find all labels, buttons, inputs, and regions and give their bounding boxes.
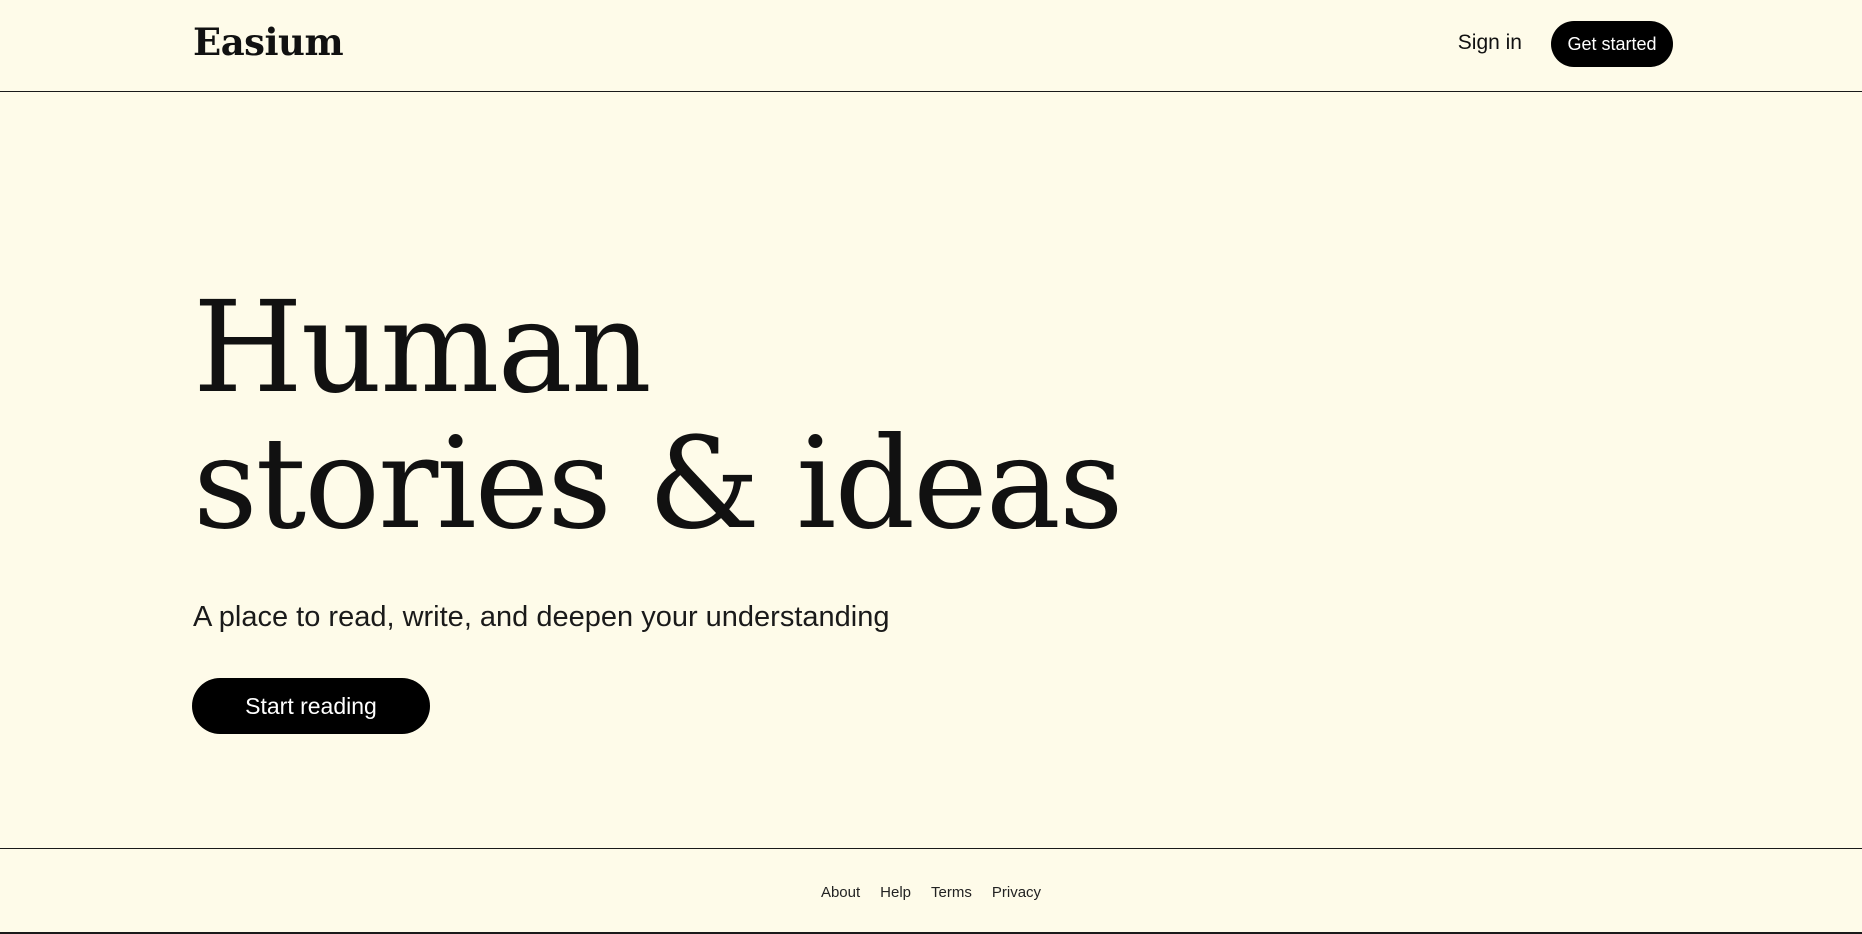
footer-link-help[interactable]: Help (880, 884, 911, 901)
footer-link-terms[interactable]: Terms (931, 884, 972, 901)
footer-link-privacy[interactable]: Privacy (992, 884, 1041, 901)
hero-title-line-1: Human (193, 274, 652, 421)
start-reading-button[interactable]: Start reading (192, 678, 430, 734)
hero-title-line-2: stories & ideas (193, 410, 1123, 557)
footer-link-about[interactable]: About (821, 884, 860, 901)
footer-links: About Help Terms Privacy (0, 884, 1862, 901)
footer: About Help Terms Privacy (0, 848, 1862, 934)
get-started-button[interactable]: Get started (1551, 21, 1673, 67)
hero-subtitle: A place to read, write, and deepen your … (193, 601, 890, 633)
top-navbar: Easium Sign in Get started (0, 0, 1862, 92)
hero-title: Human stories & ideas (193, 274, 1123, 557)
site-logo[interactable]: Easium (193, 20, 344, 64)
sign-in-link[interactable]: Sign in (1458, 31, 1522, 55)
